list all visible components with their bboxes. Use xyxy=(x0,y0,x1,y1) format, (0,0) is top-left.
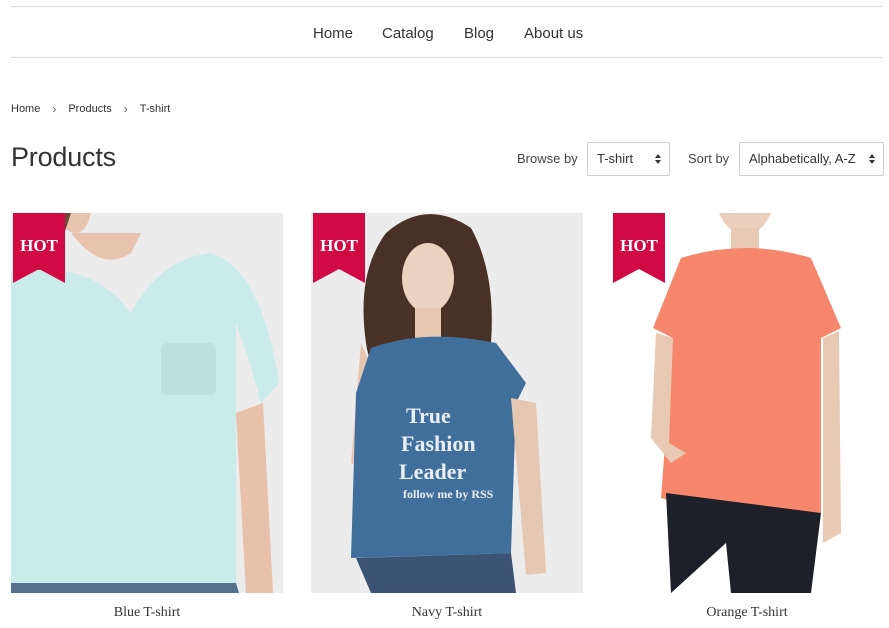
browse-by-value: T-shirt xyxy=(597,151,634,166)
hot-badge-label: HOT xyxy=(20,236,58,255)
product-card-navy-tshirt[interactable]: True Fashion Leader follow me by RSS HOT… xyxy=(311,213,583,620)
breadcrumb-current: T-shirt xyxy=(139,103,171,115)
nav-catalog-link[interactable]: Catalog xyxy=(382,25,434,42)
main-navigation: Home Catalog Blog About us xyxy=(11,6,883,58)
sort-by-label: Sort by xyxy=(688,151,730,166)
product-image[interactable]: HOT xyxy=(611,213,883,593)
product-image[interactable]: HOT xyxy=(11,213,283,593)
breadcrumb-products-link[interactable]: Products xyxy=(68,103,111,115)
hot-badge-label: HOT xyxy=(620,236,658,255)
breadcrumb-home-link[interactable]: Home xyxy=(11,103,40,115)
product-card-orange-tshirt[interactable]: HOT Orange T-shirt xyxy=(611,213,883,620)
product-card-blue-tshirt[interactable]: HOT Blue T-shirt xyxy=(11,213,283,620)
breadcrumb: Home › Products › T-shirt xyxy=(11,102,170,116)
hot-badge-label: HOT xyxy=(320,236,358,255)
shirt-print-line: Fashion xyxy=(401,431,476,456)
product-image[interactable]: True Fashion Leader follow me by RSS HOT xyxy=(311,213,583,593)
nav-blog-link[interactable]: Blog xyxy=(464,25,494,42)
hot-badge-icon: HOT xyxy=(313,213,365,283)
shirt-print-line: Leader xyxy=(399,459,466,484)
breadcrumb-separator: › xyxy=(52,102,57,116)
hot-badge-icon: HOT xyxy=(613,213,665,283)
nav-about-link[interactable]: About us xyxy=(524,25,583,42)
page-title: Products xyxy=(11,142,116,172)
breadcrumb-separator: › xyxy=(123,102,128,116)
nav-home-link[interactable]: Home xyxy=(313,25,353,42)
select-arrows-icon xyxy=(869,154,875,164)
browse-by-label: Browse by xyxy=(517,151,578,166)
select-arrows-icon xyxy=(655,154,661,164)
browse-by-select[interactable]: T-shirt xyxy=(587,142,670,176)
product-title[interactable]: Navy T-shirt xyxy=(311,605,583,621)
product-title[interactable]: Blue T-shirt xyxy=(11,605,283,621)
sort-by-value: Alphabetically, A-Z xyxy=(749,151,856,166)
hot-badge-icon: HOT xyxy=(13,213,65,283)
product-title[interactable]: Orange T-shirt xyxy=(611,605,883,621)
sort-by-select[interactable]: Alphabetically, A-Z xyxy=(739,142,884,176)
shirt-print-line: follow me by RSS xyxy=(403,487,494,501)
shirt-print-line: True xyxy=(406,403,451,428)
